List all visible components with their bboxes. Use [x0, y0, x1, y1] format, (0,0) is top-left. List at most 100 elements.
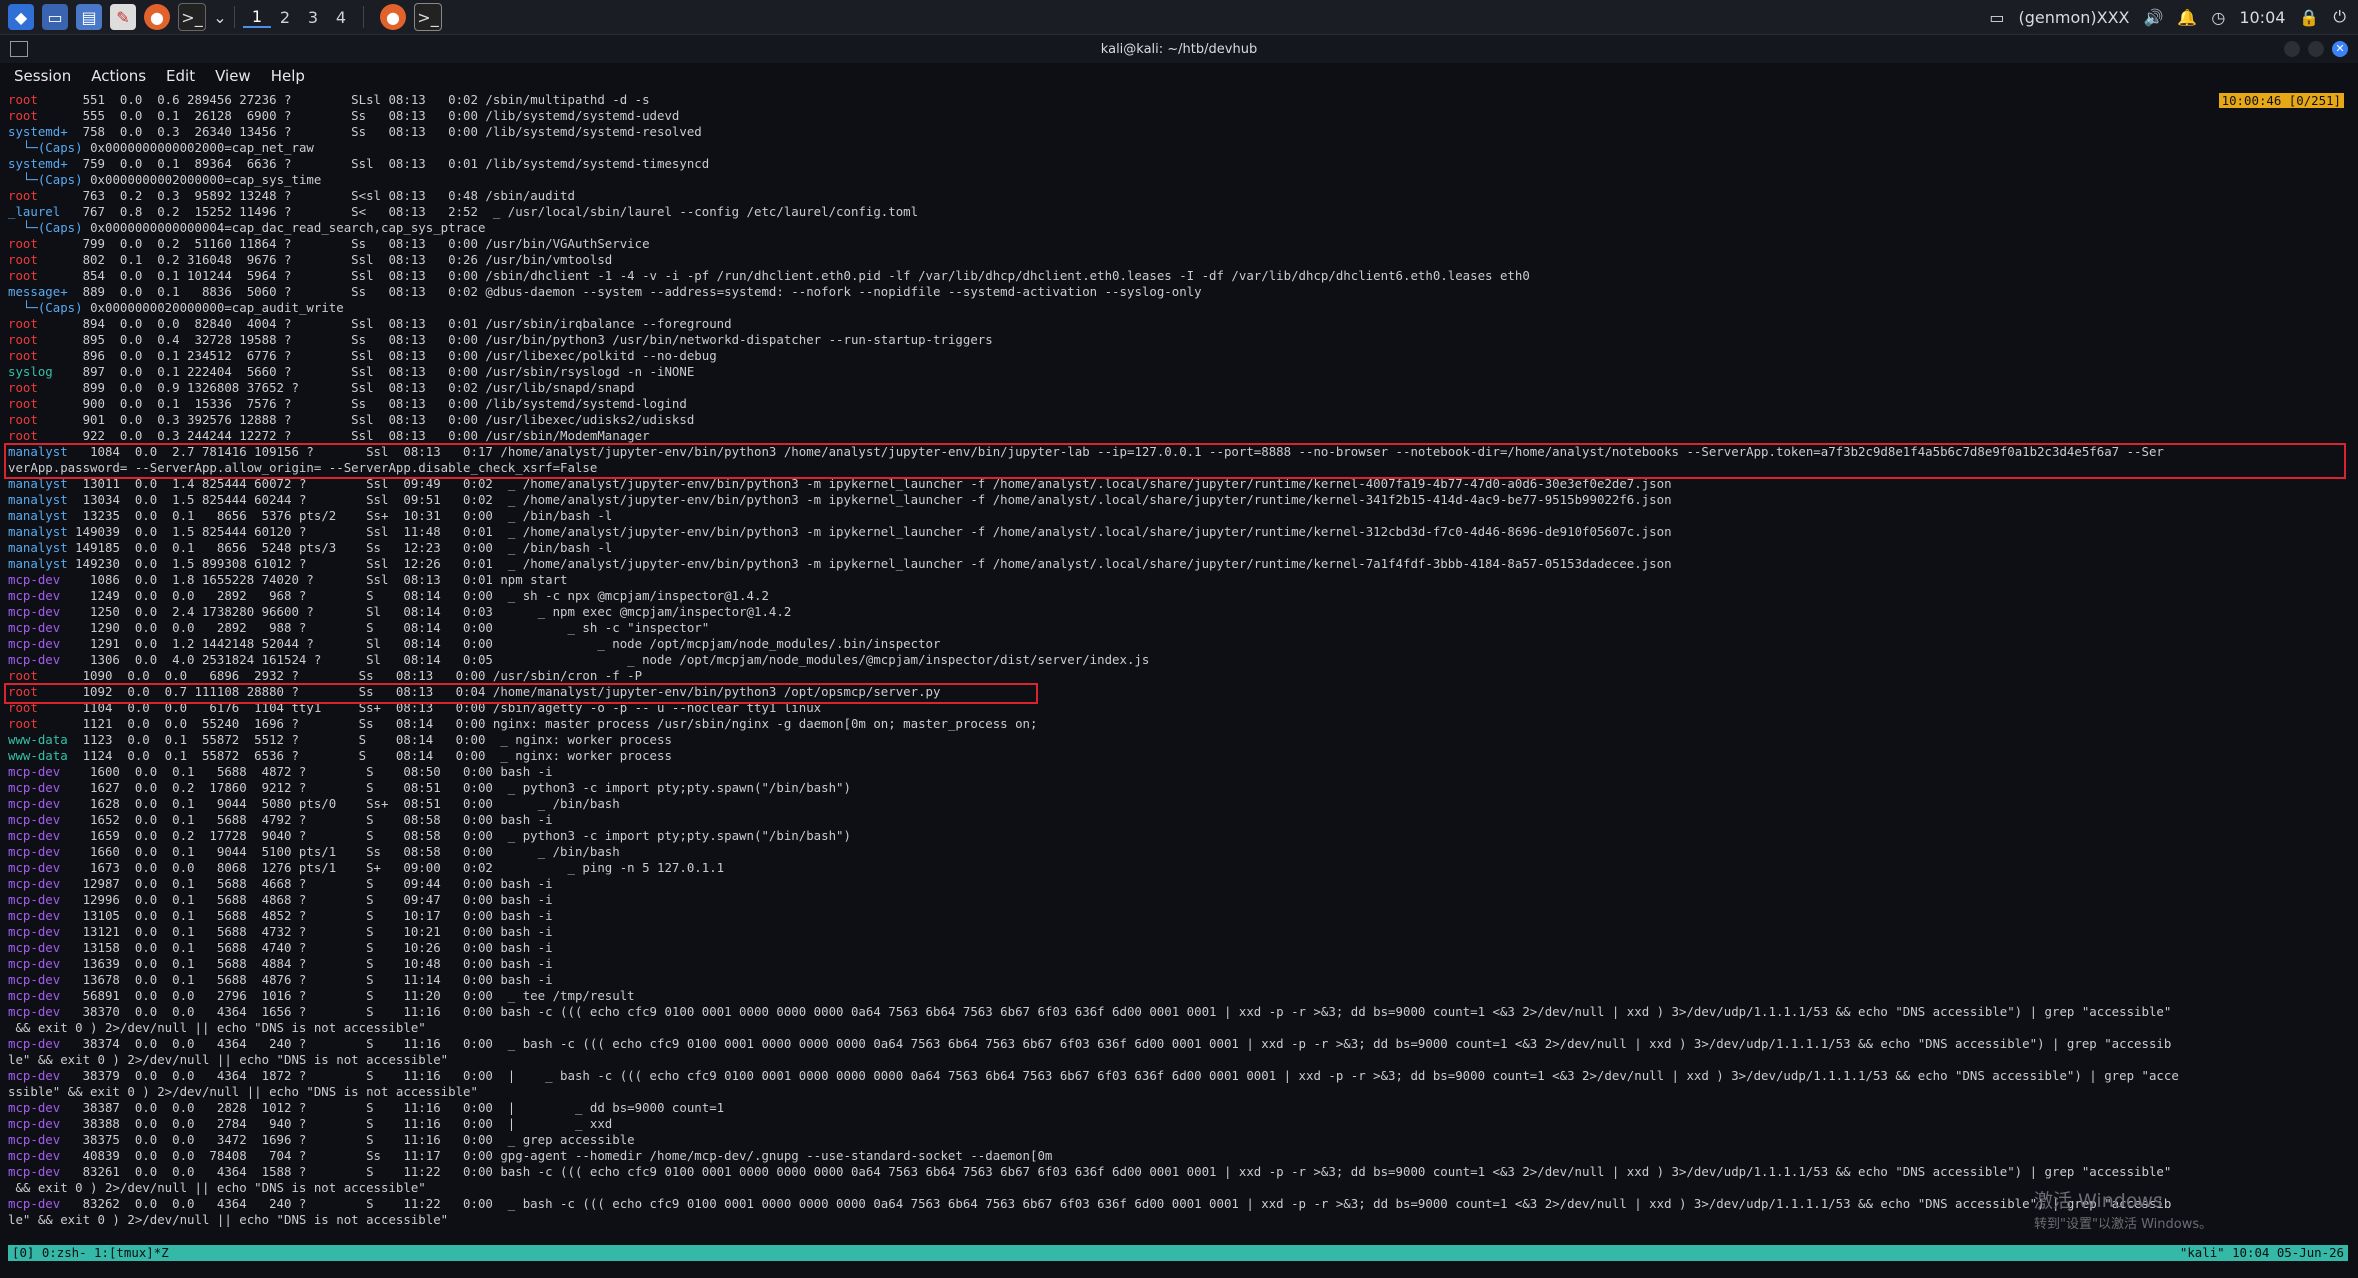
monitor-icon[interactable]: ▭ [1989, 8, 2004, 27]
firefox-window-icon[interactable]: ● [380, 4, 406, 30]
minimize-button[interactable] [2284, 41, 2300, 57]
file-manager-icon[interactable]: ▤ [76, 4, 102, 30]
process-user: └─(Caps) [8, 300, 83, 315]
terminal-line: mcp-dev 38388 0.0 0.0 2784 940 ? S 11:16… [8, 1116, 2348, 1132]
process-user: le" && exit 0 ) 2>/dev/null || echo "DNS… [8, 1212, 449, 1227]
window-title: kali@kali: ~/htb/devhub [1100, 41, 1258, 57]
process-user: mcp-dev [8, 1148, 61, 1163]
menu-view[interactable]: View [215, 67, 251, 85]
process-details: 83262 0.0 0.0 4364 240 ? S 11:22 0:00 _ … [60, 1196, 2172, 1211]
terminal-line: le" && exit 0 ) 2>/dev/null || echo "DNS… [8, 1212, 2348, 1228]
terminal-window-icon[interactable]: >_ [414, 3, 442, 31]
process-details: 1627 0.0 0.2 17860 9212 ? S 08:51 0:00 _… [60, 780, 851, 795]
terminal-line: mcp-dev 38375 0.0 0.0 3472 1696 ? S 11:1… [8, 1132, 2348, 1148]
text-editor-icon[interactable]: ✎ [110, 4, 136, 30]
process-user: le" && exit 0 ) 2>/dev/null || echo "DNS… [8, 1052, 449, 1067]
process-details: 1123 0.0 0.1 55872 5512 ? S 08:14 0:00 _… [67, 732, 672, 747]
process-user: mcp-dev [8, 1132, 61, 1147]
process-details: 149039 0.0 1.5 825444 60120 ? Ssl 11:48 … [67, 524, 1672, 539]
window-titlebar[interactable]: kali@kali: ~/htb/devhub ✕ [0, 35, 2358, 63]
process-user: manalyst [8, 508, 68, 523]
process-details: 799 0.0 0.2 51160 11864 ? Ss 08:13 0:00 … [37, 236, 650, 251]
process-details: 901 0.0 0.3 392576 12888 ? Ssl 08:13 0:0… [37, 412, 695, 427]
terminal-line: mcp-dev 1600 0.0 0.1 5688 4872 ? S 08:50… [8, 764, 2348, 780]
process-user: root [8, 684, 38, 699]
process-user: mcp-dev [8, 972, 61, 987]
process-details: 1290 0.0 0.0 2892 988 ? S 08:14 0:00 _ s… [60, 620, 710, 635]
terminal-line: mcp-dev 56891 0.0 0.0 2796 1016 ? S 11:2… [8, 988, 2348, 1004]
process-details: 38379 0.0 0.0 4364 1872 ? S 11:16 0:00 |… [60, 1068, 2179, 1083]
terminal-line: root 551 0.0 0.6 289456 27236 ? SLsl 08:… [8, 92, 2348, 108]
tmux-window-list[interactable]: [0] 0:zsh- 1:[tmux]*Z [12, 1245, 169, 1261]
workspace-2[interactable]: 2 [271, 8, 299, 27]
menu-actions[interactable]: Actions [91, 67, 146, 85]
terminal-line: mcp-dev 13158 0.0 0.1 5688 4740 ? S 10:2… [8, 940, 2348, 956]
power-icon[interactable]: ⏻ [2333, 7, 2346, 27]
windows-activation-watermark: 激活 Windows 转到"设置"以激活 Windows。 [2034, 1186, 2212, 1232]
process-user: root [8, 92, 38, 107]
maximize-button[interactable] [2308, 41, 2324, 57]
clock[interactable]: 10:04 [2239, 8, 2285, 27]
terminal-line: mcp-dev 1306 0.0 4.0 2531824 161524 ? Sl… [8, 652, 2348, 668]
process-user: root [8, 188, 38, 203]
process-details: 83261 0.0 0.0 4364 1588 ? S 11:22 0:00 b… [60, 1164, 2172, 1179]
terminal-line: root 1092 0.0 0.7 111108 28880 ? Ss 08:1… [8, 684, 2348, 700]
process-user: manalyst [8, 444, 68, 459]
terminal-line: manalyst 13034 0.0 1.5 825444 60244 ? Ss… [8, 492, 2348, 508]
process-details: 899 0.0 0.9 1326808 37652 ? Ssl 08:13 0:… [37, 380, 635, 395]
process-user: root [8, 700, 38, 715]
workspace-3[interactable]: 3 [299, 8, 327, 27]
process-user: mcp-dev [8, 652, 61, 667]
process-details: 13158 0.0 0.1 5688 4740 ? S 10:26 0:00 b… [60, 940, 553, 955]
process-details: 1250 0.0 2.4 1738280 96600 ? Sl 08:14 0:… [60, 604, 792, 619]
terminal-line: && exit 0 ) 2>/dev/null || echo "DNS is … [8, 1020, 2348, 1036]
terminal-line: verApp.password= --ServerApp.allow_origi… [8, 460, 2348, 476]
process-user: root [8, 668, 38, 683]
desktop-icon[interactable]: ▭ [42, 4, 68, 30]
terminal-line: mcp-dev 40839 0.0 0.0 78408 704 ? Ss 11:… [8, 1148, 2348, 1164]
clock-icon: ◷ [2211, 7, 2226, 27]
notification-bell-icon[interactable]: 🔔 [2177, 8, 2197, 27]
process-user: mcp-dev [8, 1164, 61, 1179]
process-user: mcp-dev [8, 636, 61, 651]
process-details: 13011 0.0 1.4 825444 60072 ? Ssl 09:49 0… [67, 476, 1672, 491]
process-user: && exit 0 ) 2>/dev/null || echo "DNS is … [8, 1020, 426, 1035]
menu-session[interactable]: Session [14, 67, 71, 85]
terminal-line: root 895 0.0 0.4 32728 19588 ? Ss 08:13 … [8, 332, 2348, 348]
terminal-line: root 922 0.0 0.3 244244 12272 ? Ssl 08:1… [8, 428, 2348, 444]
terminal-line: root 896 0.0 0.1 234512 6776 ? Ssl 08:13… [8, 348, 2348, 364]
menu-help[interactable]: Help [271, 67, 305, 85]
process-user: mcp-dev [8, 588, 61, 603]
menu-edit[interactable]: Edit [166, 67, 195, 85]
chevron-down-icon[interactable]: ⌄ [213, 4, 226, 30]
process-user: root [8, 380, 38, 395]
workspace-1[interactable]: 1 [243, 7, 271, 28]
terminal-line: le" && exit 0 ) 2>/dev/null || echo "DNS… [8, 1052, 2348, 1068]
volume-icon[interactable]: 🔊 [2144, 8, 2164, 27]
lock-icon[interactable]: 🔒 [2299, 8, 2319, 27]
process-details: 38374 0.0 0.0 4364 240 ? S 11:16 0:00 _ … [60, 1036, 2172, 1051]
process-user: root [8, 412, 38, 427]
terminal-line: systemd+ 758 0.0 0.3 26340 13456 ? Ss 08… [8, 124, 2348, 140]
terminal-line: root 854 0.0 0.1 101244 5964 ? Ssl 08:13… [8, 268, 2348, 284]
process-details: 13121 0.0 0.1 5688 4732 ? S 10:21 0:00 b… [60, 924, 553, 939]
watermark-line1: 激活 Windows [2034, 1190, 2163, 1212]
terminal-line: mcp-dev 1660 0.0 0.1 9044 5100 pts/1 Ss … [8, 844, 2348, 860]
terminal-output[interactable]: root 551 0.0 0.6 289456 27236 ? SLsl 08:… [8, 92, 2348, 1242]
terminal-line: root 802 0.1 0.2 316048 9676 ? Ssl 08:13… [8, 252, 2348, 268]
process-user: mcp-dev [8, 1196, 61, 1211]
firefox-icon[interactable]: ● [144, 4, 170, 30]
terminal-icon[interactable]: >_ [178, 3, 206, 31]
network-label[interactable]: (genmon)XXX [2018, 8, 2129, 27]
process-details: 0x0000000000002000=cap_net_raw [82, 140, 314, 155]
terminal-line: manalyst 13011 0.0 1.4 825444 60072 ? Ss… [8, 476, 2348, 492]
process-user: verApp.password= --ServerApp.allow_origi… [8, 460, 598, 475]
process-details: 889 0.0 0.1 8836 5060 ? Ss 08:13 0:02 @d… [67, 284, 1202, 299]
process-details: 1628 0.0 0.1 9044 5080 pts/0 Ss+ 08:51 0… [60, 796, 620, 811]
process-user: message+ [8, 284, 68, 299]
kali-menu-icon[interactable]: ◆ [8, 4, 34, 30]
close-button[interactable]: ✕ [2332, 41, 2348, 57]
window-menu-icon[interactable] [10, 41, 28, 57]
process-user: root [8, 332, 38, 347]
workspace-4[interactable]: 4 [327, 8, 355, 27]
